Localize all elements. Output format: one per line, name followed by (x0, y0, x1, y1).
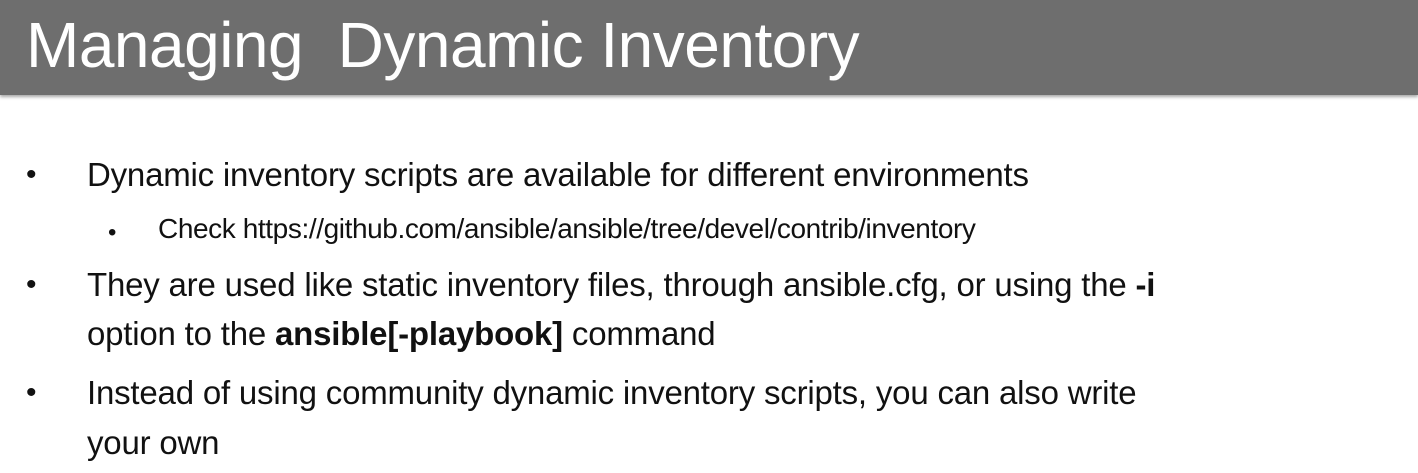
bullet-text-line: option to the ansible[-playbook] command (87, 314, 716, 354)
bullet-text-segment: They are used like static inventory file… (87, 266, 1136, 303)
command-name: ansible[-playbook] (275, 315, 563, 352)
bullet-text: Dynamic inventory scripts are available … (87, 156, 1029, 193)
sub-bullet-text: Check https://github.com/ansible/ansible… (158, 213, 976, 244)
bullet-text-segment: command (562, 315, 716, 352)
bullet-text-line: They are used like static inventory file… (87, 265, 1155, 305)
bullet-text-line: Instead of using community dynamic inven… (87, 374, 1137, 411)
sub-bullet-marker: • (108, 219, 117, 246)
option-flag: -i (1135, 266, 1156, 303)
bullet-marker: • (26, 268, 37, 301)
bullet-marker: • (26, 376, 37, 409)
bullet-text-segment: option to the (87, 315, 276, 352)
bullet-text-line: your own (87, 424, 220, 461)
slide-body: • Dynamic inventory scripts are availabl… (0, 0, 1418, 473)
bullet-marker: • (26, 158, 37, 191)
